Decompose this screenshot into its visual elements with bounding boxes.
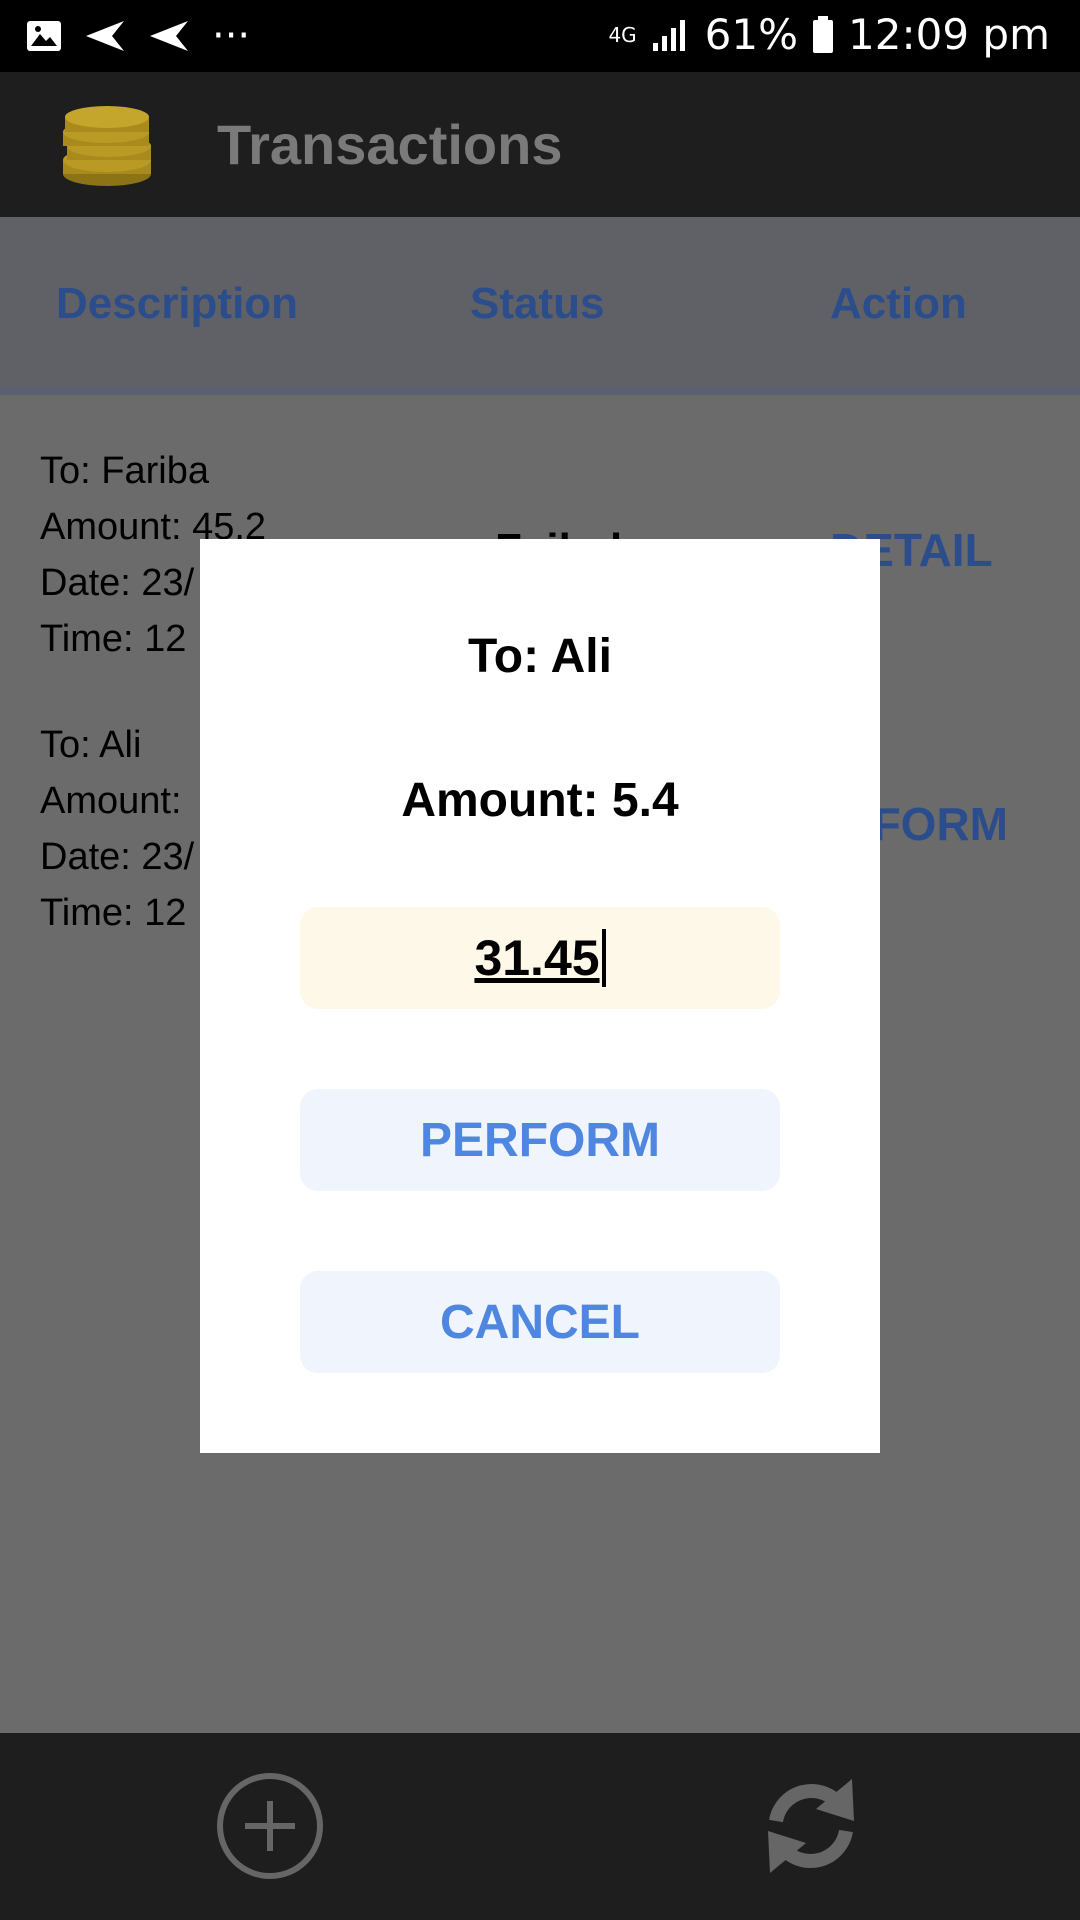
column-status: Status bbox=[470, 279, 605, 328]
perform-dialog: To: Ali Amount: 5.4 31.45 PERFORM CANCEL bbox=[200, 539, 880, 1453]
amount-input-value: 31.45 bbox=[474, 929, 606, 987]
txn-recipient: To: Ali bbox=[40, 724, 142, 766]
more-notifications-icon: ··· bbox=[212, 13, 251, 59]
add-circle-icon[interactable] bbox=[215, 1771, 325, 1881]
send-icon bbox=[150, 21, 188, 51]
gallery-icon bbox=[27, 21, 61, 51]
notification-icons: ··· bbox=[26, 14, 250, 58]
txn-recipient: To: Fariba bbox=[40, 450, 209, 492]
txn-amount: Amount: bbox=[40, 780, 182, 822]
cancel-button[interactable]: CANCEL bbox=[300, 1271, 780, 1373]
battery-percent: 61% bbox=[704, 10, 799, 59]
signal-icon bbox=[652, 19, 685, 51]
dialog-recipient: To: Ali bbox=[468, 630, 612, 683]
app-bar: Transactions bbox=[0, 72, 1080, 217]
page-title: Transactions bbox=[217, 113, 563, 176]
perform-button[interactable]: PERFORM bbox=[300, 1089, 780, 1191]
column-description: Description bbox=[56, 279, 299, 328]
bottom-bar bbox=[0, 1733, 1080, 1920]
battery-icon bbox=[813, 15, 834, 53]
clock: 12:09 pm bbox=[848, 10, 1050, 59]
coins-logo-icon bbox=[63, 106, 151, 186]
table-header: Description Status Action bbox=[0, 217, 1080, 395]
column-action: Action bbox=[830, 279, 967, 328]
status-indicators: 4G 61% 12:09 pm bbox=[608, 10, 1050, 59]
txn-time: Time: 12 bbox=[40, 892, 187, 934]
network-type: 4G bbox=[608, 22, 637, 47]
txn-date: Date: 23/ bbox=[40, 836, 195, 878]
dialog-amount: Amount: 5.4 bbox=[401, 774, 679, 827]
status-bar: ··· 4G 61% 12:09 pm bbox=[0, 0, 1080, 72]
send-icon bbox=[86, 21, 124, 51]
list-item: To: Ali Amount: Date: 23/ Time: 12 bbox=[40, 717, 194, 941]
refresh-icon[interactable] bbox=[756, 1771, 866, 1881]
amount-input[interactable]: 31.45 bbox=[300, 907, 780, 1009]
